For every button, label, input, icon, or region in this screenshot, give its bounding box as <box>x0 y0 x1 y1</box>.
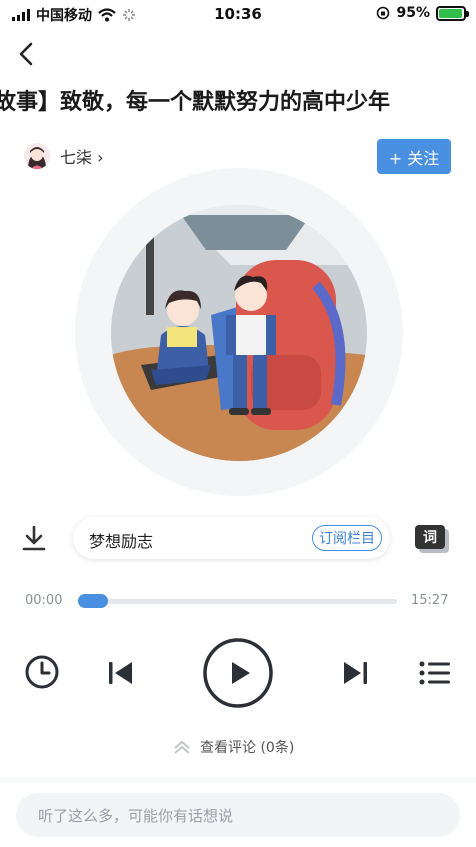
chevron-up-icon <box>174 740 190 754</box>
download-icon[interactable] <box>20 524 48 552</box>
play-icon[interactable] <box>202 637 274 709</box>
progress-track[interactable] <box>82 599 397 604</box>
status-bar: 中国移动 10:36 95% <box>0 0 476 28</box>
battery-icon <box>436 5 469 21</box>
avatar[interactable] <box>24 143 50 169</box>
next-icon[interactable] <box>340 658 370 688</box>
back-arrow-icon[interactable] <box>14 38 42 70</box>
cover-image <box>111 205 367 461</box>
battery-level <box>439 8 462 18</box>
progress-knob[interactable] <box>78 594 108 608</box>
lyrics-button[interactable]: 词 <box>415 525 449 553</box>
battery-percent: 95% <box>396 5 430 21</box>
current-time: 00:00 <box>25 593 63 608</box>
previous-icon[interactable] <box>106 658 136 688</box>
orientation-lock-icon <box>377 6 390 20</box>
total-time: 15:27 <box>411 593 449 608</box>
page-title-text: 故事】致敬，每一个默默努力的高中少年 <box>0 90 391 114</box>
column-bar[interactable]: 梦想励志 订阅栏目 <box>73 517 390 559</box>
page-title: 故事】致敬，每一个默默努力的高中少年 <box>0 84 476 114</box>
status-right: 95% <box>376 5 469 21</box>
divider <box>0 778 476 782</box>
view-comments-link[interactable]: 查看评论 (0条) <box>172 737 294 757</box>
subscribe-column-button[interactable]: 订阅栏目 <box>312 525 382 551</box>
view-comments-label[interactable]: 查看评论 (0条) <box>200 737 294 757</box>
column-name[interactable]: 梦想励志 <box>89 528 153 552</box>
comment-input[interactable]: 听了这么多，可能你有话想说 <box>16 793 460 837</box>
author-row[interactable]: 七柒 › <box>24 143 104 169</box>
lyrics-icon[interactable]: 词 <box>415 525 445 549</box>
timer-icon[interactable] <box>24 654 60 690</box>
comment-placeholder: 听了这么多，可能你有话想说 <box>38 807 234 825</box>
follow-button[interactable]: + 关注 <box>377 139 451 174</box>
playlist-icon[interactable] <box>418 658 452 688</box>
author-name[interactable]: 七柒 › <box>60 144 104 168</box>
